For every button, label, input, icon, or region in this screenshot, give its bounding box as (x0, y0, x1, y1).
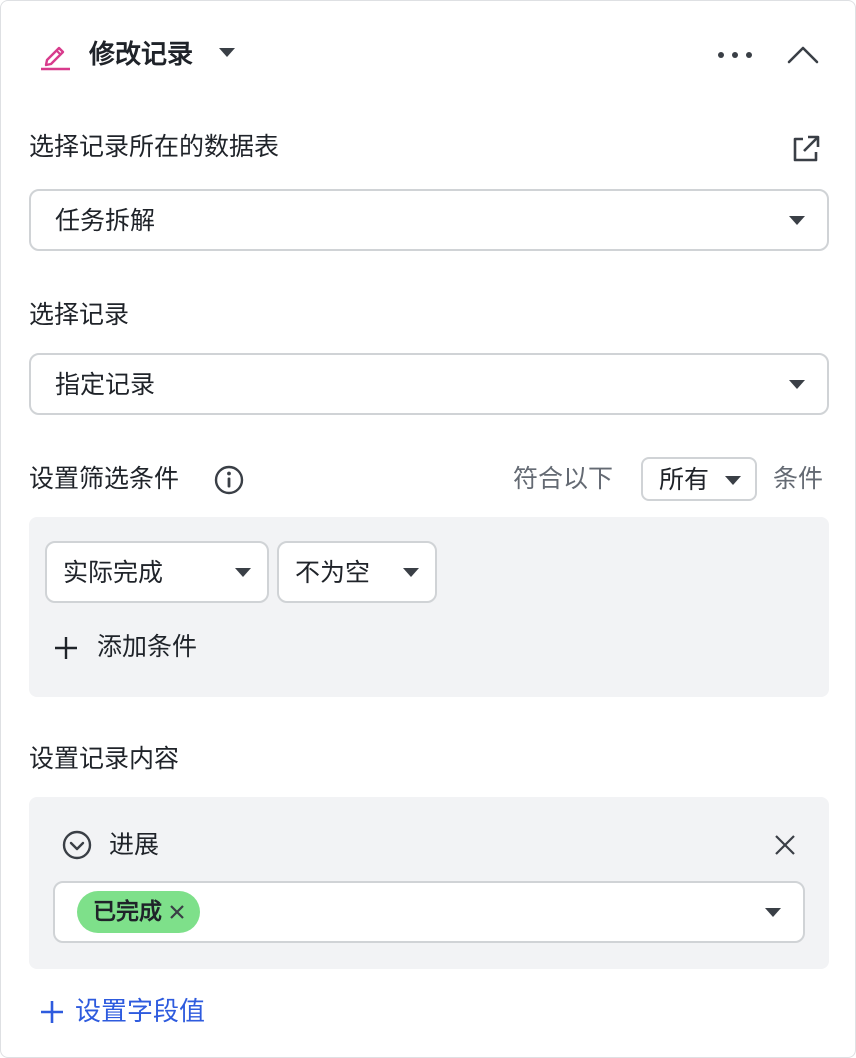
status-tag-label: 已完成 (93, 899, 162, 925)
chevron-down-circle-icon[interactable] (61, 829, 93, 861)
modify-record-panel: 修改记录 选择记录所在的数据表 任务拆解 选择记录 指定记录 设置筛选条件 符合… (0, 0, 856, 1058)
field-name-label: 进展 (109, 830, 160, 859)
filter-conditions-box: 实际完成 不为空 (29, 517, 829, 697)
record-select-value: 指定记录 (55, 370, 156, 399)
condition-field-value: 实际完成 (63, 558, 164, 587)
record-select-label: 选择记录 (29, 300, 130, 329)
table-select-label: 选择记录所在的数据表 (29, 132, 280, 161)
title-dropdown-caret-icon[interactable] (219, 48, 235, 57)
condition-field-dropdown[interactable]: 实际完成 (45, 541, 269, 603)
more-options-icon[interactable] (717, 49, 753, 61)
record-content-box: 已完成 (29, 797, 829, 969)
match-mode-value: 所有 (659, 465, 710, 494)
open-external-icon[interactable] (789, 133, 821, 165)
condition-operator-dropdown[interactable]: 不为空 (277, 541, 437, 603)
dropdown-arrow-icon (725, 476, 741, 485)
record-select-dropdown[interactable]: 指定记录 (29, 353, 829, 415)
dropdown-arrow-icon (403, 568, 419, 577)
dropdown-arrow-icon (235, 568, 251, 577)
pencil-icon (41, 46, 70, 71)
dropdown-arrow-icon (789, 380, 805, 389)
match-prefix-text: 符合以下 (513, 464, 614, 493)
match-mode-dropdown[interactable]: 所有 (641, 457, 757, 501)
info-icon[interactable] (213, 464, 245, 496)
add-condition-label: 添加条件 (97, 632, 198, 661)
action-title: 修改记录 (89, 40, 194, 70)
dropdown-arrow-icon (789, 216, 805, 225)
condition-operator-value: 不为空 (295, 558, 371, 587)
plus-icon (55, 637, 77, 659)
filter-label: 设置筛选条件 (29, 464, 180, 493)
table-select-dropdown[interactable]: 任务拆解 (29, 189, 829, 251)
field-value-select[interactable]: 已完成 (53, 881, 805, 943)
status-tag: 已完成 (77, 891, 200, 933)
match-suffix-text: 条件 (773, 464, 824, 493)
plus-icon (41, 1001, 63, 1023)
close-icon[interactable] (771, 831, 799, 859)
collapse-chevron-up-icon[interactable] (785, 39, 821, 69)
record-content-label: 设置记录内容 (29, 744, 180, 773)
table-select-value: 任务拆解 (55, 206, 156, 235)
remove-tag-icon[interactable] (168, 903, 186, 921)
dropdown-arrow-icon (765, 908, 781, 917)
add-field-value-label: 设置字段值 (75, 997, 206, 1027)
